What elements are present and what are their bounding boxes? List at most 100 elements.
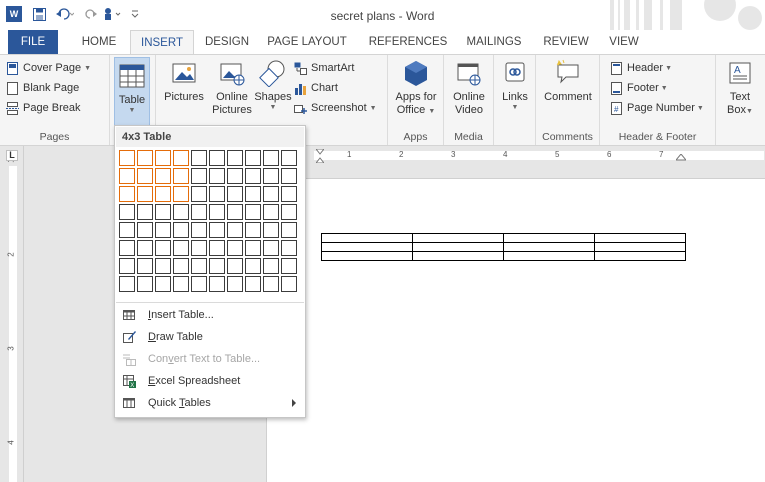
grid-cell[interactable] — [173, 150, 189, 166]
draw-table-menu-item[interactable]: Draw Table — [116, 326, 304, 348]
grid-cell[interactable] — [137, 168, 153, 184]
table-cell[interactable] — [412, 233, 504, 243]
grid-cell[interactable] — [263, 222, 279, 238]
grid-cell[interactable] — [191, 240, 207, 256]
table-cell[interactable] — [412, 251, 504, 261]
grid-cell[interactable] — [209, 150, 225, 166]
grid-cell[interactable] — [227, 204, 243, 220]
grid-cell[interactable] — [173, 222, 189, 238]
grid-cell[interactable] — [191, 150, 207, 166]
tab-file[interactable]: FILE — [8, 30, 58, 54]
grid-cell[interactable] — [137, 276, 153, 292]
grid-cell[interactable] — [263, 276, 279, 292]
grid-cell[interactable] — [191, 186, 207, 202]
grid-cell[interactable] — [245, 240, 261, 256]
pictures-button[interactable]: Pictures — [164, 59, 204, 104]
table-cell[interactable] — [503, 233, 595, 243]
grid-cell[interactable] — [245, 150, 261, 166]
grid-cell[interactable] — [155, 240, 171, 256]
grid-cell[interactable] — [263, 240, 279, 256]
excel-spreadsheet-menu-item[interactable]: X Excel Spreadsheet — [116, 370, 304, 392]
grid-cell[interactable] — [245, 222, 261, 238]
insert-table-menu-item[interactable]: Insert Table... — [116, 304, 304, 326]
grid-cell[interactable] — [227, 186, 243, 202]
grid-cell[interactable] — [137, 150, 153, 166]
table-cell[interactable] — [321, 233, 413, 243]
document-page[interactable] — [266, 178, 765, 482]
grid-cell[interactable] — [245, 186, 261, 202]
table-cell[interactable] — [594, 233, 686, 243]
online-video-button[interactable]: Online Video — [449, 59, 489, 117]
grid-cell[interactable] — [209, 168, 225, 184]
grid-cell[interactable] — [281, 258, 297, 274]
grid-cell[interactable] — [173, 186, 189, 202]
grid-cell[interactable] — [119, 222, 135, 238]
grid-cell[interactable] — [263, 168, 279, 184]
grid-cell[interactable] — [137, 186, 153, 202]
grid-cell[interactable] — [119, 168, 135, 184]
grid-cell[interactable] — [263, 150, 279, 166]
table-cell[interactable] — [321, 251, 413, 261]
grid-cell[interactable] — [191, 222, 207, 238]
chart-button[interactable]: Chart — [294, 79, 338, 97]
grid-cell[interactable] — [173, 204, 189, 220]
tab-selector-icon[interactable]: L — [6, 150, 18, 161]
grid-cell[interactable] — [209, 222, 225, 238]
grid-cell[interactable] — [119, 204, 135, 220]
cover-page-button[interactable]: Cover Page ▼ — [6, 59, 91, 77]
smartart-button[interactable]: SmartArt — [294, 59, 354, 77]
grid-cell[interactable] — [155, 222, 171, 238]
page-break-button[interactable]: Page Break — [6, 99, 80, 117]
grid-cell[interactable] — [155, 150, 171, 166]
grid-cell[interactable] — [227, 168, 243, 184]
grid-cell[interactable] — [245, 168, 261, 184]
grid-cell[interactable] — [137, 204, 153, 220]
grid-cell[interactable] — [281, 204, 297, 220]
grid-cell[interactable] — [137, 258, 153, 274]
footer-button[interactable]: Footer ▼ — [610, 79, 668, 97]
grid-cell[interactable] — [281, 150, 297, 166]
grid-cell[interactable] — [209, 276, 225, 292]
document-table[interactable] — [321, 233, 686, 261]
grid-cell[interactable] — [155, 168, 171, 184]
tab-insert[interactable]: INSERT — [130, 30, 194, 55]
grid-cell[interactable] — [155, 186, 171, 202]
grid-cell[interactable] — [155, 258, 171, 274]
table-cell[interactable] — [594, 242, 686, 252]
grid-cell[interactable] — [227, 276, 243, 292]
grid-cell[interactable] — [227, 240, 243, 256]
grid-cell[interactable] — [119, 240, 135, 256]
grid-cell[interactable] — [209, 258, 225, 274]
links-button[interactable]: Links ▼ — [498, 59, 532, 111]
indent-marker-icon[interactable] — [316, 149, 324, 163]
tab-design[interactable]: DESIGN — [200, 30, 254, 54]
blank-page-button[interactable]: Blank Page — [6, 79, 79, 97]
grid-cell[interactable] — [227, 222, 243, 238]
grid-cell[interactable] — [209, 240, 225, 256]
grid-cell[interactable] — [263, 204, 279, 220]
text-box-button[interactable]: A Text Box▼ — [722, 59, 758, 118]
grid-cell[interactable] — [137, 222, 153, 238]
grid-cell[interactable] — [281, 276, 297, 292]
grid-cell[interactable] — [119, 276, 135, 292]
grid-cell[interactable] — [155, 204, 171, 220]
apps-for-office-button[interactable]: Apps for Office ▼ — [392, 59, 440, 118]
comment-button[interactable]: Comment — [540, 59, 596, 104]
table-size-grid[interactable] — [119, 150, 301, 300]
grid-cell[interactable] — [119, 258, 135, 274]
grid-cell[interactable] — [281, 222, 297, 238]
grid-cell[interactable] — [281, 240, 297, 256]
page-number-button[interactable]: # Page Number ▼ — [610, 99, 704, 117]
grid-cell[interactable] — [281, 186, 297, 202]
grid-cell[interactable] — [191, 276, 207, 292]
grid-cell[interactable] — [263, 186, 279, 202]
vertical-ruler[interactable]: 1234 — [0, 146, 24, 482]
table-cell[interactable] — [503, 242, 595, 252]
grid-cell[interactable] — [209, 186, 225, 202]
grid-cell[interactable] — [119, 186, 135, 202]
grid-cell[interactable] — [245, 276, 261, 292]
grid-cell[interactable] — [245, 258, 261, 274]
grid-cell[interactable] — [191, 168, 207, 184]
table-cell[interactable] — [594, 251, 686, 261]
grid-cell[interactable] — [209, 204, 225, 220]
